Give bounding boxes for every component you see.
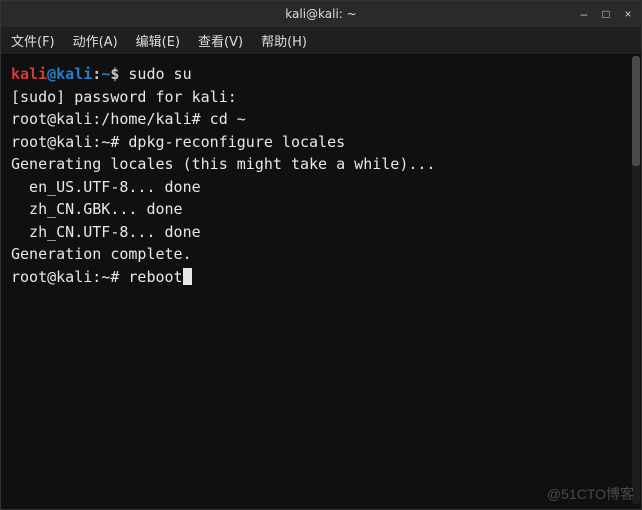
- output-line: root@kali:/home/kali# cd ~: [11, 110, 246, 128]
- menu-edit[interactable]: 编辑(E): [136, 31, 180, 50]
- window-title: kali@kali: ~: [285, 7, 356, 21]
- terminal-content[interactable]: kali@kali:~$ sudo su [sudo] password for…: [11, 63, 631, 288]
- menu-view[interactable]: 查看(V): [198, 31, 243, 50]
- close-icon[interactable]: ×: [621, 7, 635, 21]
- maximize-icon[interactable]: □: [599, 7, 613, 21]
- titlebar[interactable]: kali@kali: ~ – □ ×: [1, 1, 641, 27]
- output-line: [sudo] password for kali:: [11, 88, 237, 106]
- prompt-at: @: [47, 65, 56, 83]
- prompt-host: kali: [56, 65, 92, 83]
- prompt-root: root@kali:~#: [11, 268, 128, 286]
- minimize-icon[interactable]: –: [577, 7, 591, 21]
- output-line: zh_CN.UTF-8... done: [11, 223, 201, 241]
- terminal-window: kali@kali: ~ – □ × 文件(F) 动作(A) 编辑(E) 查看(…: [0, 0, 642, 510]
- output-line: Generation complete.: [11, 245, 192, 263]
- window-controls: – □ ×: [577, 1, 635, 27]
- output-line: Generating locales (this might take a wh…: [11, 155, 435, 173]
- output-line: zh_CN.GBK... done: [11, 200, 183, 218]
- menubar: 文件(F) 动作(A) 编辑(E) 查看(V) 帮助(H): [1, 27, 641, 55]
- prompt-path: ~: [101, 65, 110, 83]
- cmd-reboot: reboot: [128, 268, 182, 286]
- scrollbar-thumb[interactable]: [632, 56, 640, 166]
- prompt-user: kali: [11, 65, 47, 83]
- cmd-sudo-su: sudo su: [119, 65, 191, 83]
- output-line: en_US.UTF-8... done: [11, 178, 201, 196]
- terminal-viewport[interactable]: kali@kali:~$ sudo su [sudo] password for…: [1, 55, 641, 509]
- cursor-icon: [183, 268, 192, 285]
- menu-actions[interactable]: 动作(A): [73, 31, 118, 50]
- prompt-colon: :: [92, 65, 101, 83]
- output-line: root@kali:~# dpkg-reconfigure locales: [11, 133, 345, 151]
- menu-help[interactable]: 帮助(H): [261, 31, 307, 50]
- menu-file[interactable]: 文件(F): [11, 31, 55, 50]
